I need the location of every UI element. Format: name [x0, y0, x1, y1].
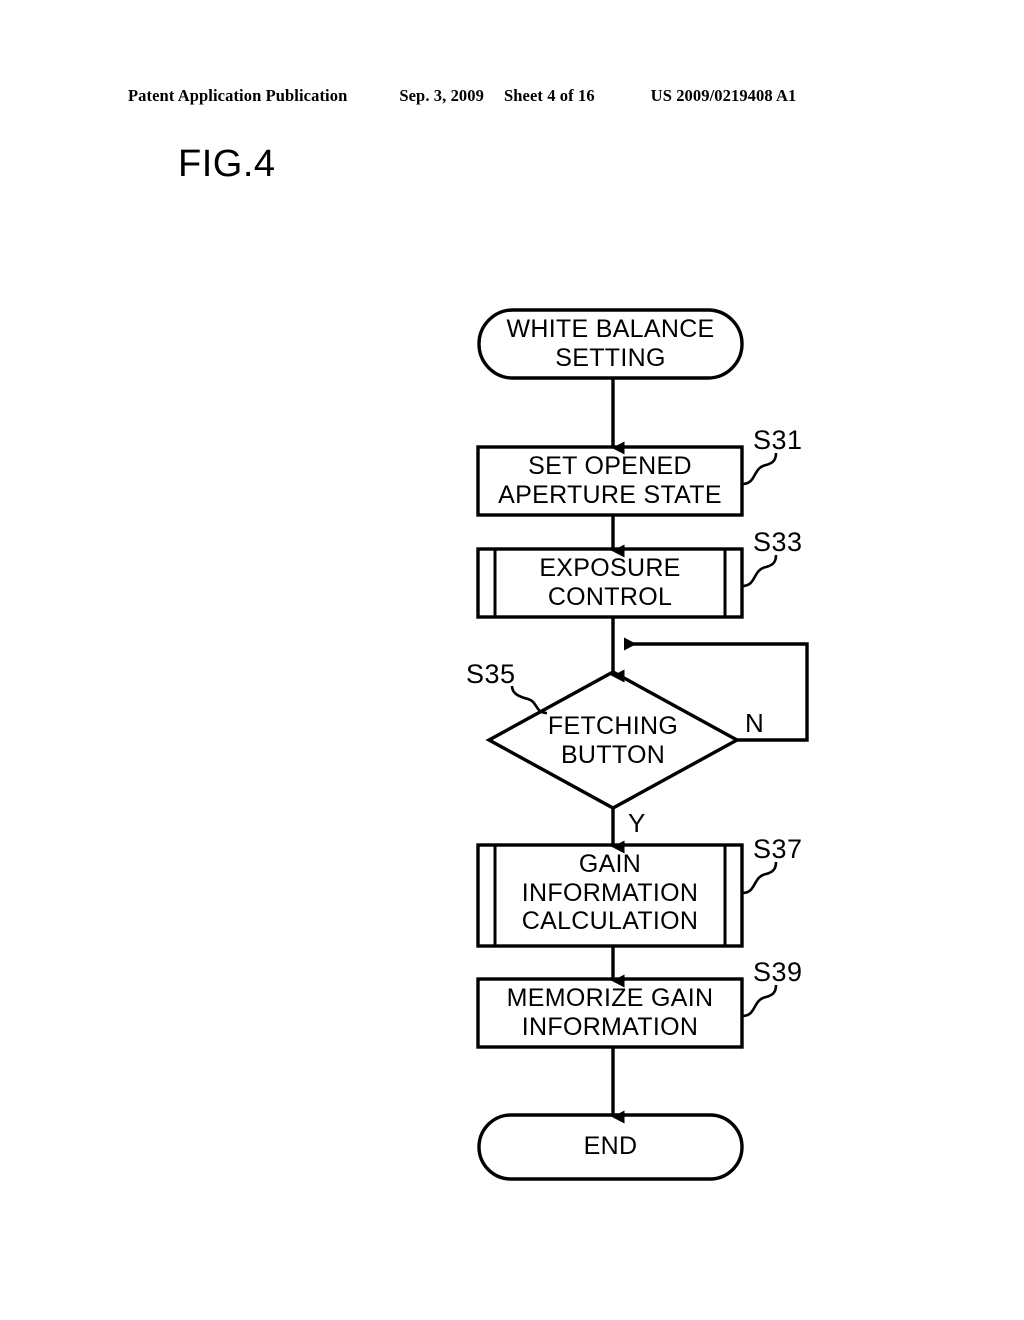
node-s37-shape: [476, 843, 744, 948]
leader-s39: [741, 984, 778, 1018]
node-s33-shape: [476, 547, 744, 619]
branch-label-no: N: [745, 708, 764, 738]
step-id-s31: S31: [753, 425, 803, 455]
step-id-s35: S35: [466, 659, 516, 689]
leader-s35: [510, 685, 548, 715]
step-id-s37: S37: [753, 834, 803, 864]
node-end-shape: [477, 1113, 744, 1181]
node-s35-shape: [485, 670, 741, 810]
leader-s31: [741, 452, 778, 486]
node-s31-shape: [476, 445, 744, 517]
flowchart-diagram: WHITE BALANCE SETTING SET OPENED APERTUR…: [0, 0, 1024, 1320]
branch-label-yes: Y: [628, 808, 646, 838]
leader-s33: [741, 554, 778, 588]
node-s39-shape: [476, 977, 744, 1049]
step-id-s33: S33: [753, 527, 803, 557]
leader-s37: [741, 861, 778, 895]
node-start-shape: [477, 308, 744, 380]
step-id-s39: S39: [753, 957, 803, 987]
